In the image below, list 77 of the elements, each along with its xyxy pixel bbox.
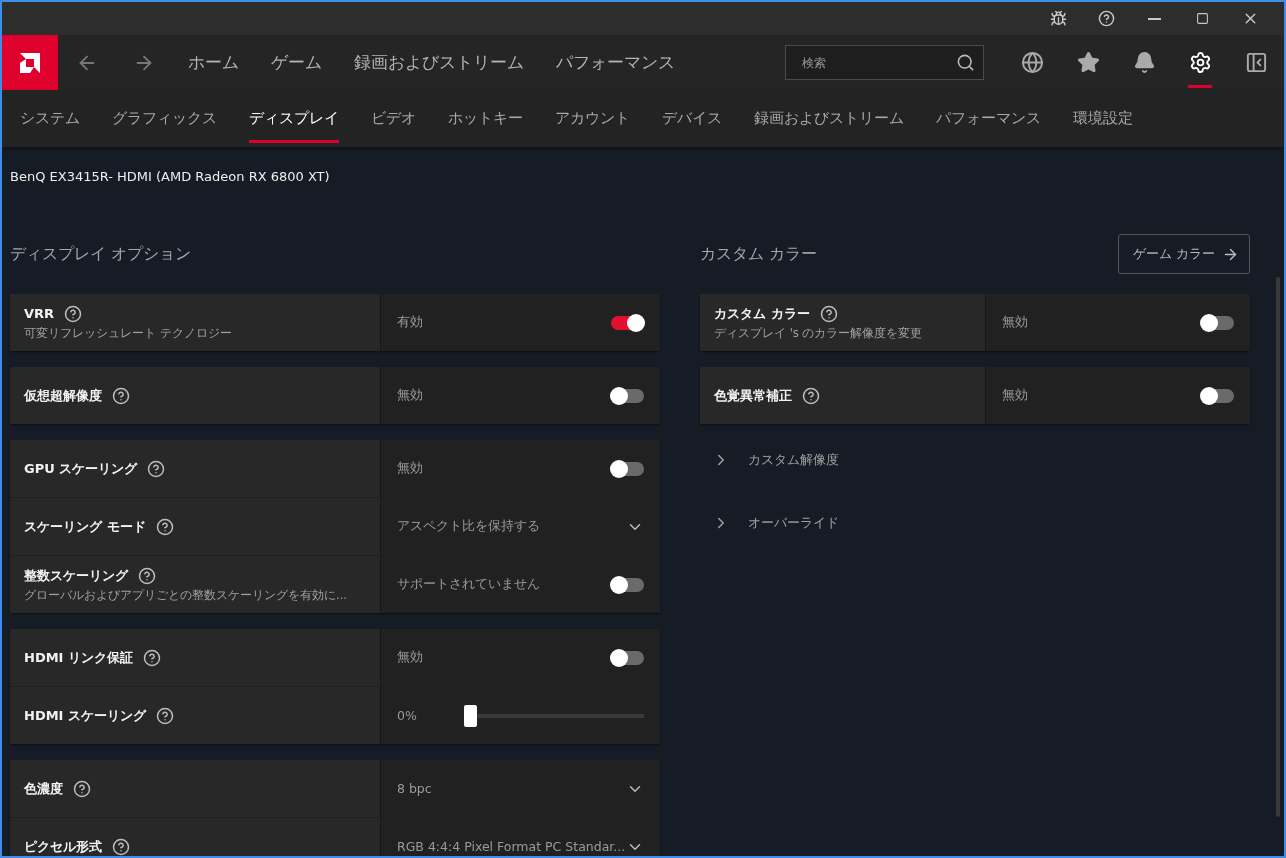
display-name: BenQ EX3415R- HDMI (AMD Radeon RX 6800 XT) bbox=[10, 169, 331, 184]
nav-item[interactable]: パフォーマンス bbox=[540, 35, 691, 90]
search-field[interactable]: 検索 bbox=[800, 54, 956, 71]
toggle-switch[interactable] bbox=[611, 461, 644, 476]
logo-icon bbox=[18, 50, 42, 75]
setting-label: HDMI リンク保証 bbox=[24, 648, 133, 667]
search-box[interactable]: 検索 bbox=[785, 45, 984, 80]
setting-value: 無効 bbox=[397, 649, 423, 666]
bell-icon bbox=[1132, 51, 1156, 74]
toggle-switch[interactable] bbox=[611, 577, 644, 592]
setting-value: 8 bpc bbox=[397, 781, 432, 796]
maximize-icon bbox=[1195, 12, 1209, 25]
tab[interactable]: ディスプレイ bbox=[233, 90, 355, 147]
toggle-switch[interactable] bbox=[611, 650, 644, 665]
setting-label: VRR bbox=[24, 306, 55, 321]
tab[interactable]: システム bbox=[4, 90, 96, 147]
slider-thumb[interactable] bbox=[464, 704, 477, 727]
setting-description: グローバルおよびアプリごとの整数スケーリングを有効に... bbox=[24, 587, 347, 603]
nav-item[interactable]: 録画およびストリーム bbox=[338, 35, 540, 90]
settings-icon bbox=[1188, 51, 1212, 74]
star-icon bbox=[1076, 51, 1100, 74]
toggle-switch[interactable] bbox=[611, 315, 644, 330]
toggle-switch[interactable] bbox=[611, 388, 644, 403]
help-icon[interactable] bbox=[143, 648, 161, 667]
help-icon[interactable] bbox=[73, 779, 91, 798]
setting-value: RGB 4:4:4 Pixel Format PC Standar... bbox=[397, 839, 626, 854]
help-icon[interactable] bbox=[138, 566, 156, 585]
help-icon[interactable] bbox=[64, 304, 83, 323]
panel-icon bbox=[1244, 51, 1268, 74]
expander[interactable]: カスタム解像度 bbox=[700, 440, 1250, 480]
setting-label: GPU スケーリング bbox=[24, 459, 138, 478]
setting-label: 色覚異常補正 bbox=[714, 386, 792, 405]
help-icon[interactable] bbox=[112, 386, 130, 405]
tab[interactable]: アカウント bbox=[539, 90, 646, 147]
setting-description: ディスプレイ 's のカラー解像度を変更 bbox=[714, 325, 923, 341]
search-icon[interactable] bbox=[956, 53, 975, 72]
tab[interactable]: 環境設定 bbox=[1057, 90, 1149, 147]
game-color-button[interactable]: ゲーム カラー bbox=[1118, 234, 1250, 274]
section-title: ディスプレイ オプション bbox=[10, 243, 192, 265]
tab[interactable]: グラフィックス bbox=[96, 90, 233, 147]
minimize-icon bbox=[1147, 17, 1161, 20]
setting-description: 可変リフレッシュレート テクノロジー bbox=[24, 325, 232, 341]
help-icon[interactable] bbox=[155, 517, 174, 536]
setting-value: 無効 bbox=[397, 387, 423, 404]
setting-value: アスペクト比を保持する bbox=[397, 518, 540, 535]
expander[interactable]: オーバーライド bbox=[700, 503, 1250, 543]
tab[interactable]: パフォーマンス bbox=[920, 90, 1057, 147]
setting-value: 無効 bbox=[1002, 314, 1028, 331]
tab[interactable]: 録画およびストリーム bbox=[738, 90, 920, 147]
nav-item[interactable]: ホーム bbox=[172, 35, 255, 90]
toggle-switch[interactable] bbox=[1201, 315, 1234, 330]
setting-value: 0% bbox=[397, 708, 417, 723]
help-icon[interactable] bbox=[156, 706, 174, 725]
scrollbar[interactable] bbox=[1276, 277, 1280, 817]
setting-value: 有効 bbox=[397, 314, 423, 331]
setting-label: 整数スケーリング bbox=[24, 566, 128, 585]
logo[interactable] bbox=[2, 35, 58, 90]
help-icon[interactable] bbox=[802, 386, 820, 405]
section-title: カスタム カラー bbox=[700, 243, 818, 265]
tab[interactable]: ホットキー bbox=[432, 90, 539, 147]
setting-value: 無効 bbox=[1002, 387, 1028, 404]
toggle-switch[interactable] bbox=[1201, 388, 1234, 403]
help-icon[interactable] bbox=[819, 304, 838, 323]
setting-label: ピクセル形式 bbox=[24, 837, 102, 856]
tab[interactable]: デバイス bbox=[646, 90, 738, 147]
setting-label: カスタム カラー bbox=[714, 304, 810, 323]
setting-label: 色濃度 bbox=[24, 779, 63, 798]
setting-label: 仮想超解像度 bbox=[24, 386, 102, 405]
setting-value: 無効 bbox=[397, 460, 423, 477]
nav-item[interactable]: ゲーム bbox=[255, 35, 338, 90]
help-icon[interactable] bbox=[147, 459, 166, 478]
globe-icon bbox=[1020, 51, 1044, 74]
tab[interactable]: ビデオ bbox=[355, 90, 432, 147]
setting-label: スケーリング モード bbox=[24, 517, 146, 536]
setting-label: HDMI スケーリング bbox=[24, 706, 146, 725]
setting-value: サポートされていません bbox=[397, 576, 540, 593]
help-icon[interactable] bbox=[112, 837, 130, 856]
